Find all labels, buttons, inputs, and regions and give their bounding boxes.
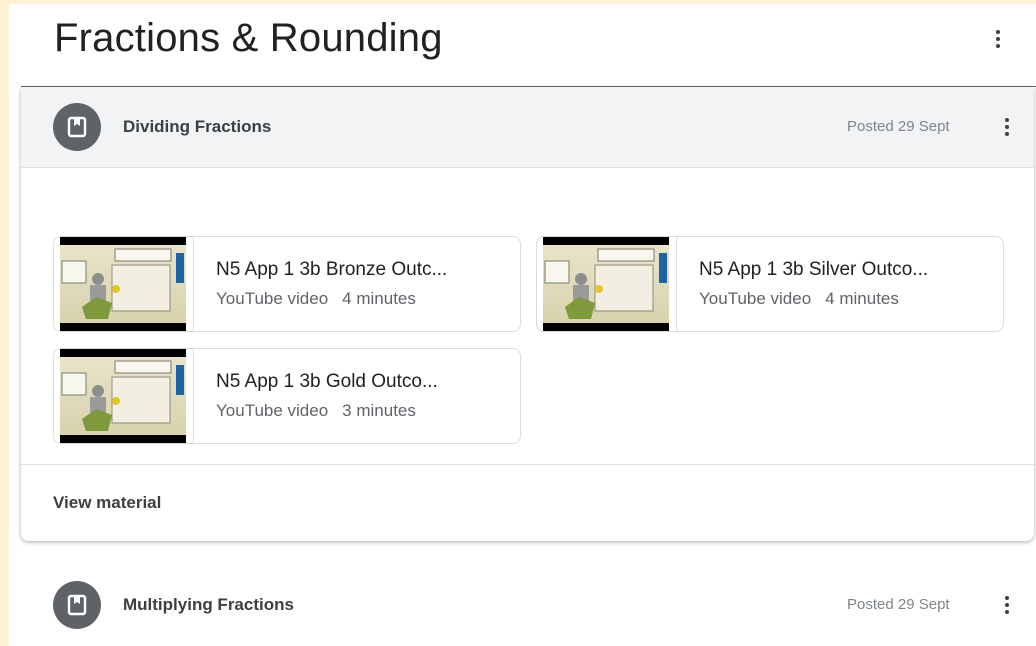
attachment-type: YouTube video <box>699 289 812 308</box>
material-more-options-icon[interactable] <box>995 593 1019 617</box>
material-book-icon <box>53 103 101 151</box>
attachment-card-silver[interactable]: N5 App 1 3b Silver Outco... YouTube vide… <box>536 236 1004 332</box>
attachment-duration: 4 minutes <box>825 289 899 308</box>
attachment-title: N5 App 1 3b Silver Outco... <box>699 259 929 280</box>
video-thumbnail <box>60 237 186 331</box>
thumbnail-divider <box>193 349 194 443</box>
attachment-type: YouTube video <box>216 289 329 308</box>
classwork-page: Fractions & Rounding Dividing Fractions … <box>9 4 1036 646</box>
material-more-options-icon[interactable] <box>995 115 1019 139</box>
video-thumbnail <box>543 237 669 331</box>
posted-date: Posted 29 Sept <box>847 118 950 135</box>
material-title[interactable]: Dividing Fractions <box>123 117 271 137</box>
attachment-duration: 3 minutes <box>342 401 416 420</box>
material-book-icon <box>53 581 101 629</box>
attachment-title: N5 App 1 3b Gold Outco... <box>216 371 438 392</box>
material-item-multiplying-fractions[interactable]: Multiplying Fractions Posted 29 Sept <box>21 564 1036 646</box>
attachment-card-gold[interactable]: N5 App 1 3b Gold Outco... YouTube video 3… <box>53 348 521 444</box>
thumbnail-divider <box>193 237 194 331</box>
material-card-dividing-fractions: Dividing Fractions Posted 29 Sept N5 App… <box>21 87 1034 541</box>
attachment-meta: YouTube video 3 minutes <box>216 401 416 421</box>
topic-more-options-icon[interactable] <box>986 27 1010 51</box>
material-title[interactable]: Multiplying Fractions <box>123 595 294 615</box>
posted-date: Posted 29 Sept <box>847 596 950 613</box>
attachment-meta: YouTube video 4 minutes <box>216 289 416 309</box>
attachment-type: YouTube video <box>216 401 329 420</box>
thumbnail-divider <box>676 237 677 331</box>
topic-title: Fractions & Rounding <box>54 16 443 60</box>
card-divider <box>21 464 1034 465</box>
material-header[interactable]: Dividing Fractions Posted 29 Sept <box>21 87 1034 168</box>
video-thumbnail <box>60 349 186 443</box>
attachment-duration: 4 minutes <box>342 289 416 308</box>
attachment-card-bronze[interactable]: N5 App 1 3b Bronze Outc... YouTube video… <box>53 236 521 332</box>
view-material-link[interactable]: View material <box>53 493 161 513</box>
attachment-title: N5 App 1 3b Bronze Outc... <box>216 259 448 280</box>
attachment-meta: YouTube video 4 minutes <box>699 289 899 309</box>
